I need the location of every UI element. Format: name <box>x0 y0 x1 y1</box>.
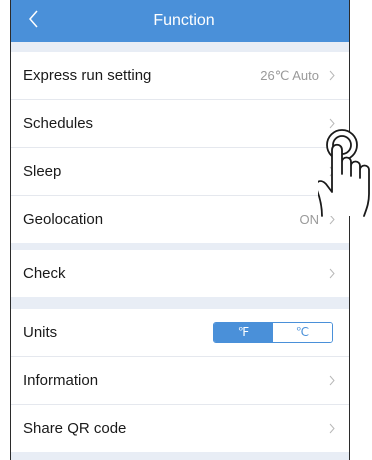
units-toggle: ℉ ℃ <box>213 322 333 343</box>
share-qr-code-row[interactable]: Share QR code <box>11 405 349 452</box>
page-title: Function <box>153 12 215 29</box>
units-row: Units ℉ ℃ <box>11 309 349 357</box>
check-row[interactable]: Check <box>11 250 349 297</box>
chevron-right-icon <box>329 375 335 386</box>
tap-hand-icon <box>318 129 370 217</box>
fahrenheit-option[interactable]: ℉ <box>214 323 273 342</box>
settings-section-other: Units ℉ ℃ Information Share QR code <box>11 309 349 452</box>
row-label: Units <box>23 324 58 341</box>
chevron-right-icon <box>329 268 335 279</box>
settings-section-main: Express run setting 26℃ Auto Schedules S… <box>11 52 349 243</box>
row-label: Sleep <box>23 163 62 180</box>
celsius-option[interactable]: ℃ <box>273 323 332 342</box>
sleep-row[interactable]: Sleep <box>11 148 349 196</box>
row-label: Information <box>23 372 99 389</box>
schedules-row[interactable]: Schedules <box>11 100 349 148</box>
row-label: Geolocation <box>23 211 104 228</box>
row-label: Share QR code <box>23 420 127 437</box>
chevron-right-icon <box>329 423 335 434</box>
row-value: 26℃ Auto <box>260 68 319 83</box>
row-label: Schedules <box>23 115 94 132</box>
header-bar: Function <box>11 0 349 42</box>
express-run-setting-row[interactable]: Express run setting 26℃ Auto <box>11 52 349 100</box>
settings-section-check: Check <box>11 250 349 297</box>
phone-screen: Function Express run setting 26℃ Auto Sc… <box>10 0 350 460</box>
row-value: ON <box>299 212 320 227</box>
row-label: Check <box>23 265 66 282</box>
row-label: Express run setting <box>23 67 152 84</box>
information-row[interactable]: Information <box>11 357 349 405</box>
chevron-right-icon <box>329 70 335 81</box>
geolocation-row[interactable]: Geolocation ON <box>11 196 349 243</box>
